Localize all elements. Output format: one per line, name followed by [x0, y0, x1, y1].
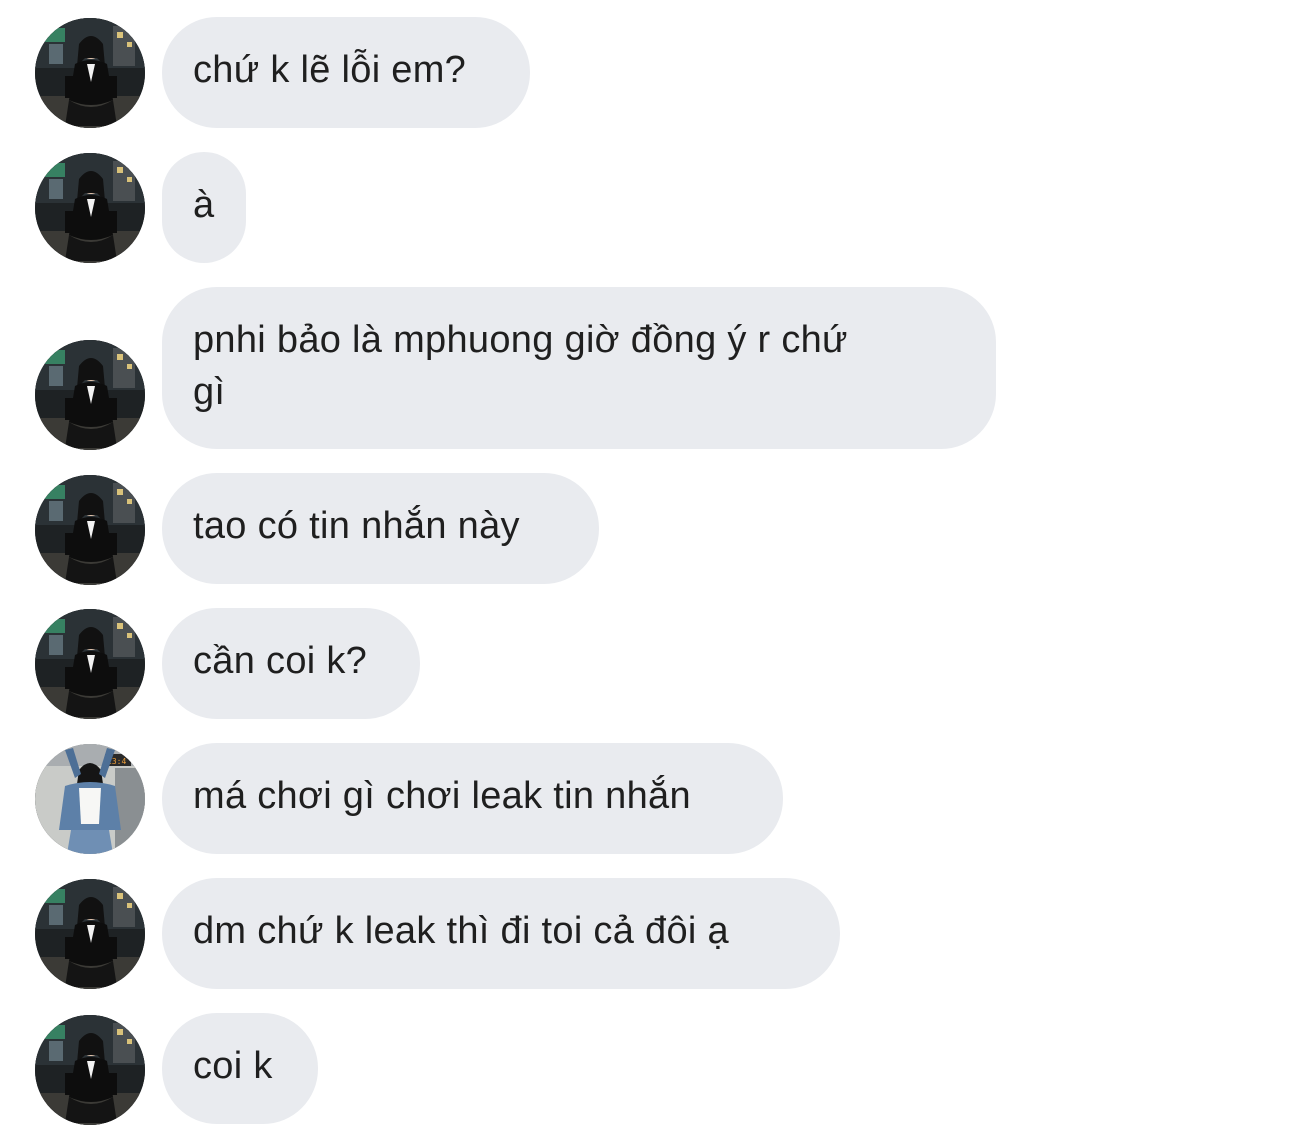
message-bubble[interactable]: cần coi k? — [162, 608, 420, 719]
avatar[interactable] — [35, 475, 145, 585]
message-bubble[interactable]: má chơi gì chơi leak tin nhắn — [162, 743, 783, 854]
message-bubble[interactable]: à — [162, 152, 246, 263]
avatar[interactable] — [35, 153, 145, 263]
avatar-photo-night-street-icon — [35, 18, 145, 128]
avatar[interactable] — [35, 18, 145, 128]
avatar-photo-night-street-icon — [35, 879, 145, 989]
avatar-photo-night-street-icon — [35, 475, 145, 585]
avatar[interactable] — [35, 879, 145, 989]
avatar-photo-denim-jacket-icon — [35, 744, 145, 854]
message-bubble[interactable]: chứ k lẽ lỗi em? — [162, 17, 530, 128]
avatar[interactable] — [35, 340, 145, 450]
avatar-photo-night-street-icon — [35, 340, 145, 450]
message-bubble[interactable]: coi k — [162, 1013, 318, 1124]
avatar-photo-night-street-icon — [35, 153, 145, 263]
message-bubble[interactable]: dm chứ k leak thì đi toi cả đôi ạ — [162, 878, 840, 989]
avatar[interactable] — [35, 609, 145, 719]
avatar[interactable] — [35, 1015, 145, 1125]
message-bubble[interactable]: tao có tin nhắn này — [162, 473, 599, 584]
avatar-photo-night-street-icon — [35, 1015, 145, 1125]
avatar[interactable] — [35, 744, 145, 854]
message-bubble[interactable]: pnhi bảo là mphuong giờ đồng ý r chứ gì — [162, 287, 996, 449]
avatar-photo-night-street-icon — [35, 609, 145, 719]
